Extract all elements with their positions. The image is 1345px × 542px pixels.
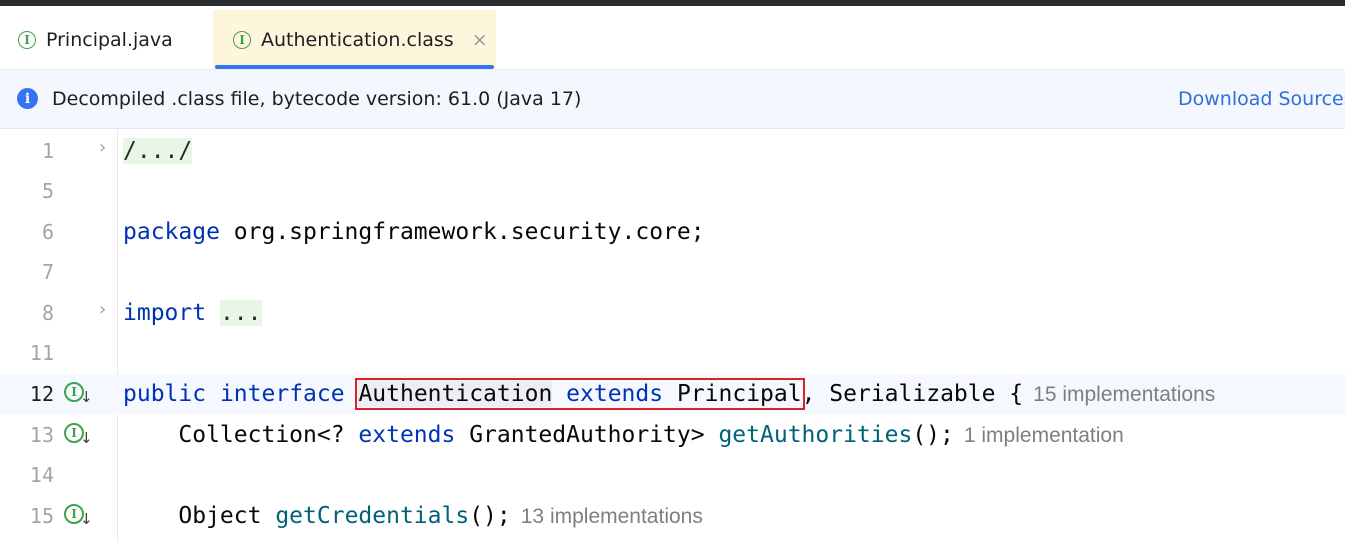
interface-name[interactable]: Authentication [358,381,553,407]
editor-tab-bar: I Principal.java I Authentication.class … [0,6,1345,70]
return-type: Collection<? [178,422,359,448]
code-text: import ... [123,298,262,328]
code-text: public interface Authentication extends … [123,378,1215,410]
supertype-name[interactable]: Principal [677,381,802,407]
code-editor[interactable]: 1 › /.../ 5 6 package org.springframewor… [0,129,1345,542]
code-line: 1 › /.../ [0,131,1345,171]
line-number: 7 [41,260,54,284]
code-line: 15 I ↓ Object getCredentials(); 13 impleme… [0,496,1345,536]
code-line: 14 [0,455,1345,495]
code-line: 11 [0,333,1345,373]
close-icon[interactable]: × [472,29,488,51]
download-sources-link[interactable]: Download Sources [1178,88,1345,110]
decompiled-notice-banner: i Decompiled .class file, bytecode versi… [0,70,1345,129]
folded-imports[interactable]: ... [219,300,262,326]
code-line: 7 [0,252,1345,292]
return-type: GrantedAuthority> [455,422,719,448]
line-number: 14 [29,463,54,487]
interface-icon: I [18,30,36,49]
method-name[interactable]: getCredentials [275,503,469,529]
code-line: 6 package org.springframework.security.c… [0,212,1345,252]
tab-authentication-class[interactable]: I Authentication.class × [213,10,496,69]
line-number: 11 [29,341,54,365]
line-number: 6 [41,220,54,244]
line-number: 13 [29,423,54,447]
interface-icon: I [233,30,251,49]
keyword: extends [358,422,456,448]
code-line: 8 › import ... [0,293,1345,333]
implemented-by-icon[interactable]: I ↓ [64,423,94,449]
keyword: public [123,381,207,407]
tab-principal-java[interactable]: I Principal.java [0,10,212,69]
code-line: 13 I ↓ Collection<? extends GrantedAuthor… [0,415,1345,455]
banner-message: Decompiled .class file, bytecode version… [52,88,582,110]
fold-chevron-icon[interactable]: › [99,137,106,158]
line-number: 8 [41,301,54,325]
code-text: /.../ [123,136,193,166]
active-tab-indicator [215,65,494,69]
info-icon: i [17,88,38,109]
folded-header-comment[interactable]: /.../ [123,138,193,164]
keyword: package [123,219,220,245]
code-tail: (); [912,422,954,448]
line-number: 1 [41,139,54,163]
tab-label: Principal.java [46,28,173,51]
code-text: Collection<? extends GrantedAuthority> g… [123,420,1124,451]
code-text: package org.springframework.security.cor… [123,217,705,247]
line-number: 12 [29,382,54,406]
line-number: 5 [41,179,54,203]
keyword: extends [566,381,664,407]
return-type: Object [178,503,276,529]
implementations-hint[interactable]: 1 implementation [964,424,1124,447]
highlight-box: Authentication extends Principal [355,378,805,410]
code-line: 5 [0,171,1345,211]
code-line-current: 12 I ↓ public interface Authentication ex… [0,374,1345,414]
keyword: interface [219,381,345,407]
code-tail: (); [469,503,511,529]
implementations-hint[interactable]: 13 implementations [521,505,703,528]
code-text: Object getCredentials(); 13 implementatio… [123,501,703,532]
method-name[interactable]: getAuthorities [718,422,912,448]
tab-label: Authentication.class [261,28,454,51]
implementations-hint[interactable]: 15 implementations [1033,383,1215,406]
keyword: import [123,300,207,326]
implemented-by-icon[interactable]: I ↓ [64,382,94,408]
implemented-by-icon[interactable]: I ↓ [64,504,94,530]
package-name: org.springframework.security.core; [219,219,705,245]
line-number: 15 [29,504,54,528]
fold-chevron-icon[interactable]: › [99,299,106,320]
code-tail: , Serializable { [801,381,1024,407]
